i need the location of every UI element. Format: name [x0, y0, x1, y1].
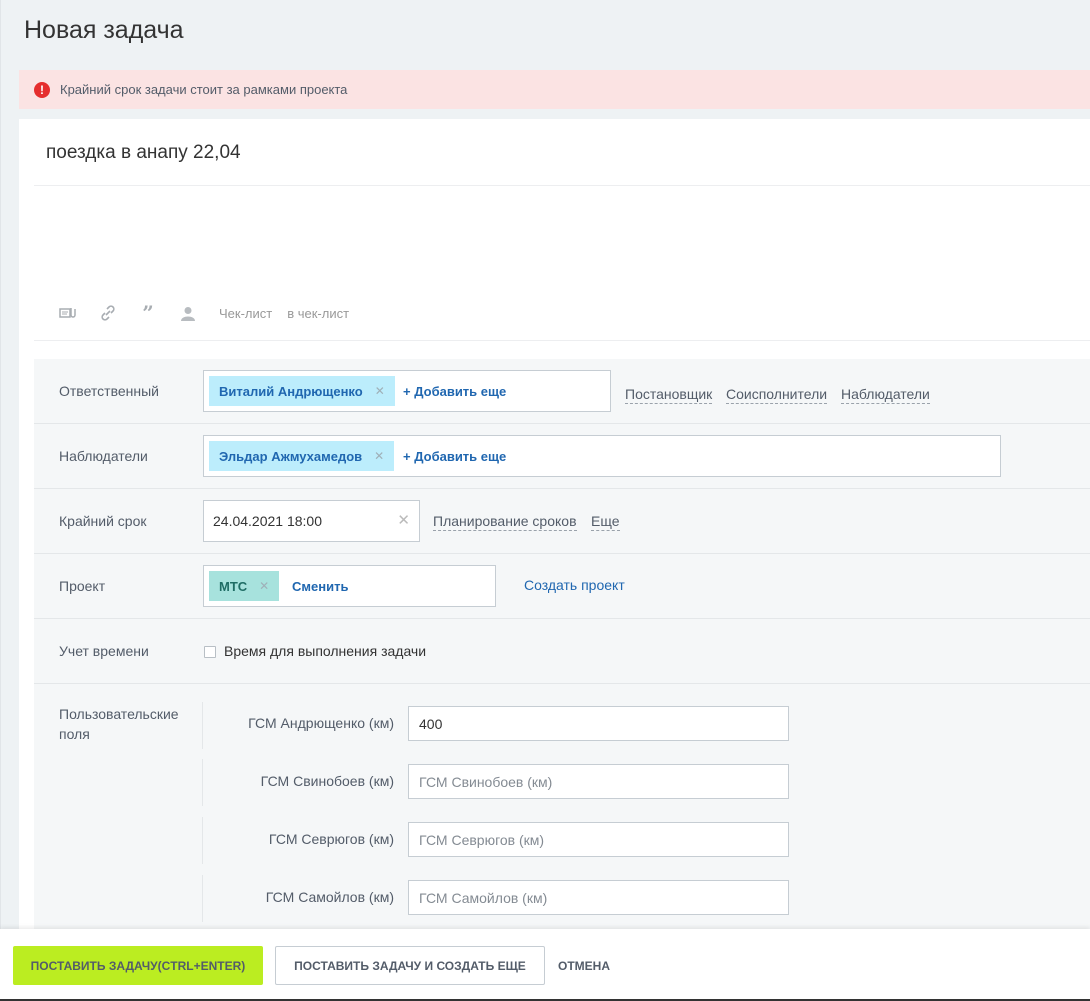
link-icon[interactable] — [99, 305, 117, 321]
deadline-planning-link[interactable]: Планирование сроков — [433, 513, 577, 531]
to-checklist-button[interactable]: в чек-лист — [287, 306, 349, 321]
task-editor-card: поездка в анапу 22,04 ” Чек-лист в чек-л… — [19, 119, 1090, 949]
user-tag-name: Эльдар Ажмухамедов — [219, 448, 363, 464]
editor-toolbar: ” Чек-лист в чек-лист — [59, 301, 364, 325]
quote-icon[interactable]: ” — [139, 301, 157, 325]
custom-field-input[interactable]: ГСМ Свинобоев (км) — [408, 764, 789, 799]
divider — [34, 340, 1090, 341]
add-observer-button[interactable]: + Добавить еще — [403, 449, 506, 464]
custom-field-label: ГСМ Свинобоев (км) — [260, 773, 394, 789]
deadline-label: Крайний срок — [59, 513, 147, 529]
custom-field-input[interactable]: ГСМ Севрюгов (км) — [408, 822, 789, 857]
submit-and-create-button[interactable]: ПОСТАВИТЬ ЗАДАЧУ И СОЗДАТЬ ЕЩЕ — [275, 946, 545, 985]
custom-field-placeholder: ГСМ Севрюгов (км) — [419, 831, 545, 848]
observers-label: Наблюдатели — [59, 448, 148, 464]
coexecutors-link[interactable]: Соисполнители — [726, 386, 828, 404]
clear-deadline-icon[interactable]: ✕ — [397, 511, 410, 529]
project-tag: МТС ✕ — [209, 571, 280, 601]
mention-user-icon[interactable] — [179, 305, 197, 321]
task-title-input[interactable]: поездка в анапу 22,04 — [46, 142, 241, 164]
observers-link[interactable]: Наблюдатели — [841, 386, 930, 404]
task-form: Ответственный Виталий Андрющенко ✕ + Доб… — [34, 359, 1090, 949]
exclamation-icon: ! — [34, 81, 50, 98]
user-tag: Эльдар Ажмухамедов ✕ — [209, 441, 395, 471]
change-project-button[interactable]: Сменить — [292, 579, 348, 594]
custom-field-placeholder: ГСМ Свинобоев (км) — [419, 773, 553, 790]
custom-field-input[interactable]: 400 — [408, 706, 789, 741]
remove-tag-icon[interactable]: ✕ — [374, 449, 384, 463]
project-row: Проект МТС ✕ Сменить Создать проект — [34, 554, 1090, 619]
observers-row: Наблюдатели Эльдар Ажмухамедов ✕ + Добав… — [34, 424, 1090, 489]
custom-fields-label: Пользовательские поля — [59, 706, 179, 742]
add-responsible-button[interactable]: + Добавить еще — [403, 384, 506, 399]
custom-field-label: ГСМ Самойлов (км) — [265, 889, 394, 905]
submit-task-button[interactable]: ПОСТАВИТЬ ЗАДАЧУ(CTRL+ENTER) — [13, 946, 263, 985]
observers-field[interactable]: Эльдар Ажмухамедов ✕ + Добавить еще — [203, 435, 1001, 477]
attach-file-icon[interactable] — [59, 305, 77, 321]
remove-tag-icon[interactable]: ✕ — [259, 579, 269, 593]
time-tracking-row: Учет времени Время для выполнения задачи — [34, 619, 1090, 684]
page-title: Новая задача — [24, 16, 184, 44]
custom-field-label: ГСМ Севрюгов (км) — [268, 831, 394, 847]
divider — [34, 185, 1090, 186]
alert-text: Крайний срок задачи стоит за рамками про… — [60, 82, 348, 97]
create-project-link[interactable]: Создать проект — [524, 577, 625, 593]
deadline-warning-alert: ! Крайний срок задачи стоит за рамками п… — [19, 70, 1090, 109]
responsible-label: Ответственный — [59, 383, 159, 399]
user-tag: Виталий Андрющенко ✕ — [209, 376, 395, 406]
creator-link[interactable]: Постановщик — [625, 386, 713, 404]
remove-tag-icon[interactable]: ✕ — [375, 384, 385, 398]
custom-field-placeholder: ГСМ Самойлов (км) — [419, 889, 548, 906]
left-edge — [0, 0, 1, 930]
time-tracking-checkbox-label[interactable]: Время для выполнения задачи — [224, 643, 426, 659]
deadline-value: 24.04.2021 18:00 — [213, 513, 322, 529]
project-field[interactable]: МТС ✕ Сменить — [203, 565, 496, 607]
custom-field-input[interactable]: ГСМ Самойлов (км) — [408, 880, 789, 915]
custom-field-label: ГСМ Андрющенко (км) — [248, 715, 394, 731]
deadline-row: Крайний срок 24.04.2021 18:00 ✕ Планиров… — [34, 489, 1090, 554]
divider — [202, 759, 203, 806]
deadline-more-link[interactable]: Еще — [591, 513, 620, 531]
project-label: Проект — [59, 578, 106, 594]
project-tag-name: МТС — [219, 578, 248, 594]
divider — [202, 817, 203, 864]
deadline-input[interactable]: 24.04.2021 18:00 ✕ — [203, 500, 420, 542]
custom-field-value: 400 — [419, 715, 443, 732]
footer-bar: ПОСТАВИТЬ ЗАДАЧУ(CTRL+ENTER) ПОСТАВИТЬ З… — [0, 929, 1090, 1001]
cancel-button[interactable]: ОТМЕНА — [558, 959, 610, 973]
checklist-button[interactable]: Чек-лист — [219, 306, 272, 321]
user-tag-name: Виталий Андрющенко — [219, 383, 363, 399]
responsible-field[interactable]: Виталий Андрющенко ✕ + Добавить еще — [203, 370, 611, 412]
time-tracking-checkbox[interactable] — [204, 646, 216, 658]
divider — [202, 875, 203, 922]
responsible-row: Ответственный Виталий Андрющенко ✕ + Доб… — [34, 359, 1090, 424]
time-tracking-label: Учет времени — [59, 643, 149, 659]
divider — [202, 702, 203, 749]
